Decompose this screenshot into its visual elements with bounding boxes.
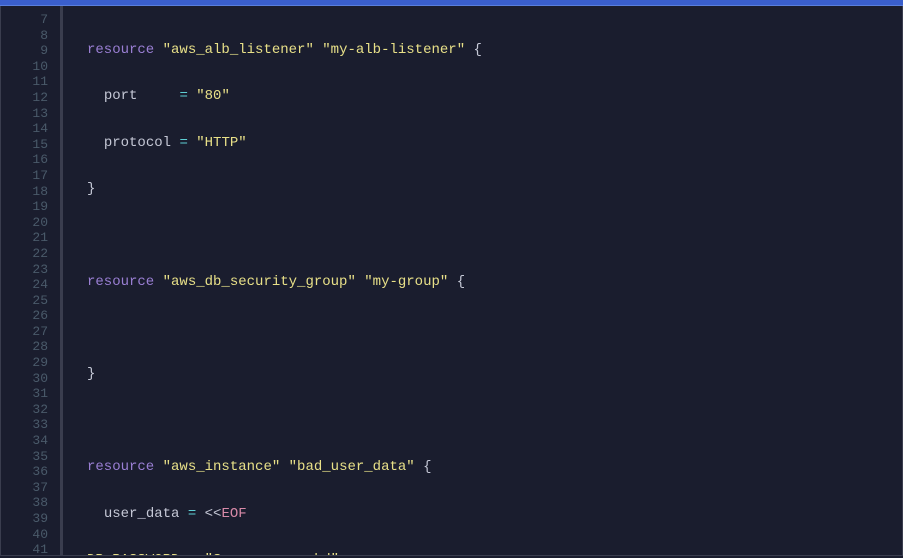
line-number: 33 xyxy=(1,417,48,433)
line-number: 13 xyxy=(1,106,48,122)
code-editor[interactable]: 7 8 9 10 11 12 13 14 15 16 17 18 19 20 2… xyxy=(0,6,903,556)
code-line[interactable] xyxy=(87,321,902,337)
line-number: 31 xyxy=(1,386,48,402)
line-number: 29 xyxy=(1,355,48,371)
line-number-gutter: 7 8 9 10 11 12 13 14 15 16 17 18 19 20 2… xyxy=(1,6,63,555)
code-line[interactable]: DB_PASSWORD = "Some passwprkd" xyxy=(87,553,902,555)
code-line[interactable] xyxy=(87,414,902,430)
code-line[interactable]: protocol = "HTTP" xyxy=(87,136,902,152)
line-number: 9 xyxy=(1,43,48,59)
code-line[interactable]: resource "aws_alb_listener" "my-alb-list… xyxy=(87,43,902,59)
line-number: 25 xyxy=(1,293,48,309)
line-number: 23 xyxy=(1,262,48,278)
line-number: 40 xyxy=(1,527,48,543)
code-line[interactable]: } xyxy=(87,367,902,383)
line-number: 30 xyxy=(1,371,48,387)
code-line[interactable]: resource "aws_db_security_group" "my-gro… xyxy=(87,275,902,291)
line-number: 24 xyxy=(1,277,48,293)
line-number: 16 xyxy=(1,152,48,168)
line-number: 12 xyxy=(1,90,48,106)
line-number: 32 xyxy=(1,402,48,418)
line-number: 17 xyxy=(1,168,48,184)
line-number: 34 xyxy=(1,433,48,449)
line-number: 14 xyxy=(1,121,48,137)
line-number: 27 xyxy=(1,324,48,340)
line-number: 11 xyxy=(1,74,48,90)
line-number: 41 xyxy=(1,542,48,558)
line-number: 22 xyxy=(1,246,48,262)
line-number: 26 xyxy=(1,308,48,324)
code-line[interactable] xyxy=(87,228,902,244)
code-line[interactable]: resource "aws_instance" "bad_user_data" … xyxy=(87,460,902,476)
line-number: 28 xyxy=(1,339,48,355)
code-area[interactable]: resource "aws_alb_listener" "my-alb-list… xyxy=(63,6,902,555)
line-number: 15 xyxy=(1,137,48,153)
code-line[interactable]: } xyxy=(87,182,902,198)
line-number: 19 xyxy=(1,199,48,215)
line-number: 38 xyxy=(1,495,48,511)
line-number: 7 xyxy=(1,12,48,28)
line-number: 35 xyxy=(1,449,48,465)
line-number: 39 xyxy=(1,511,48,527)
code-line[interactable]: port = "80" xyxy=(87,89,902,105)
line-number: 36 xyxy=(1,464,48,480)
line-number: 21 xyxy=(1,230,48,246)
line-number: 18 xyxy=(1,184,48,200)
line-number: 37 xyxy=(1,480,48,496)
line-number: 10 xyxy=(1,59,48,75)
line-number: 8 xyxy=(1,28,48,44)
code-line[interactable]: user_data = <<EOF xyxy=(87,507,902,523)
line-number: 20 xyxy=(1,215,48,231)
